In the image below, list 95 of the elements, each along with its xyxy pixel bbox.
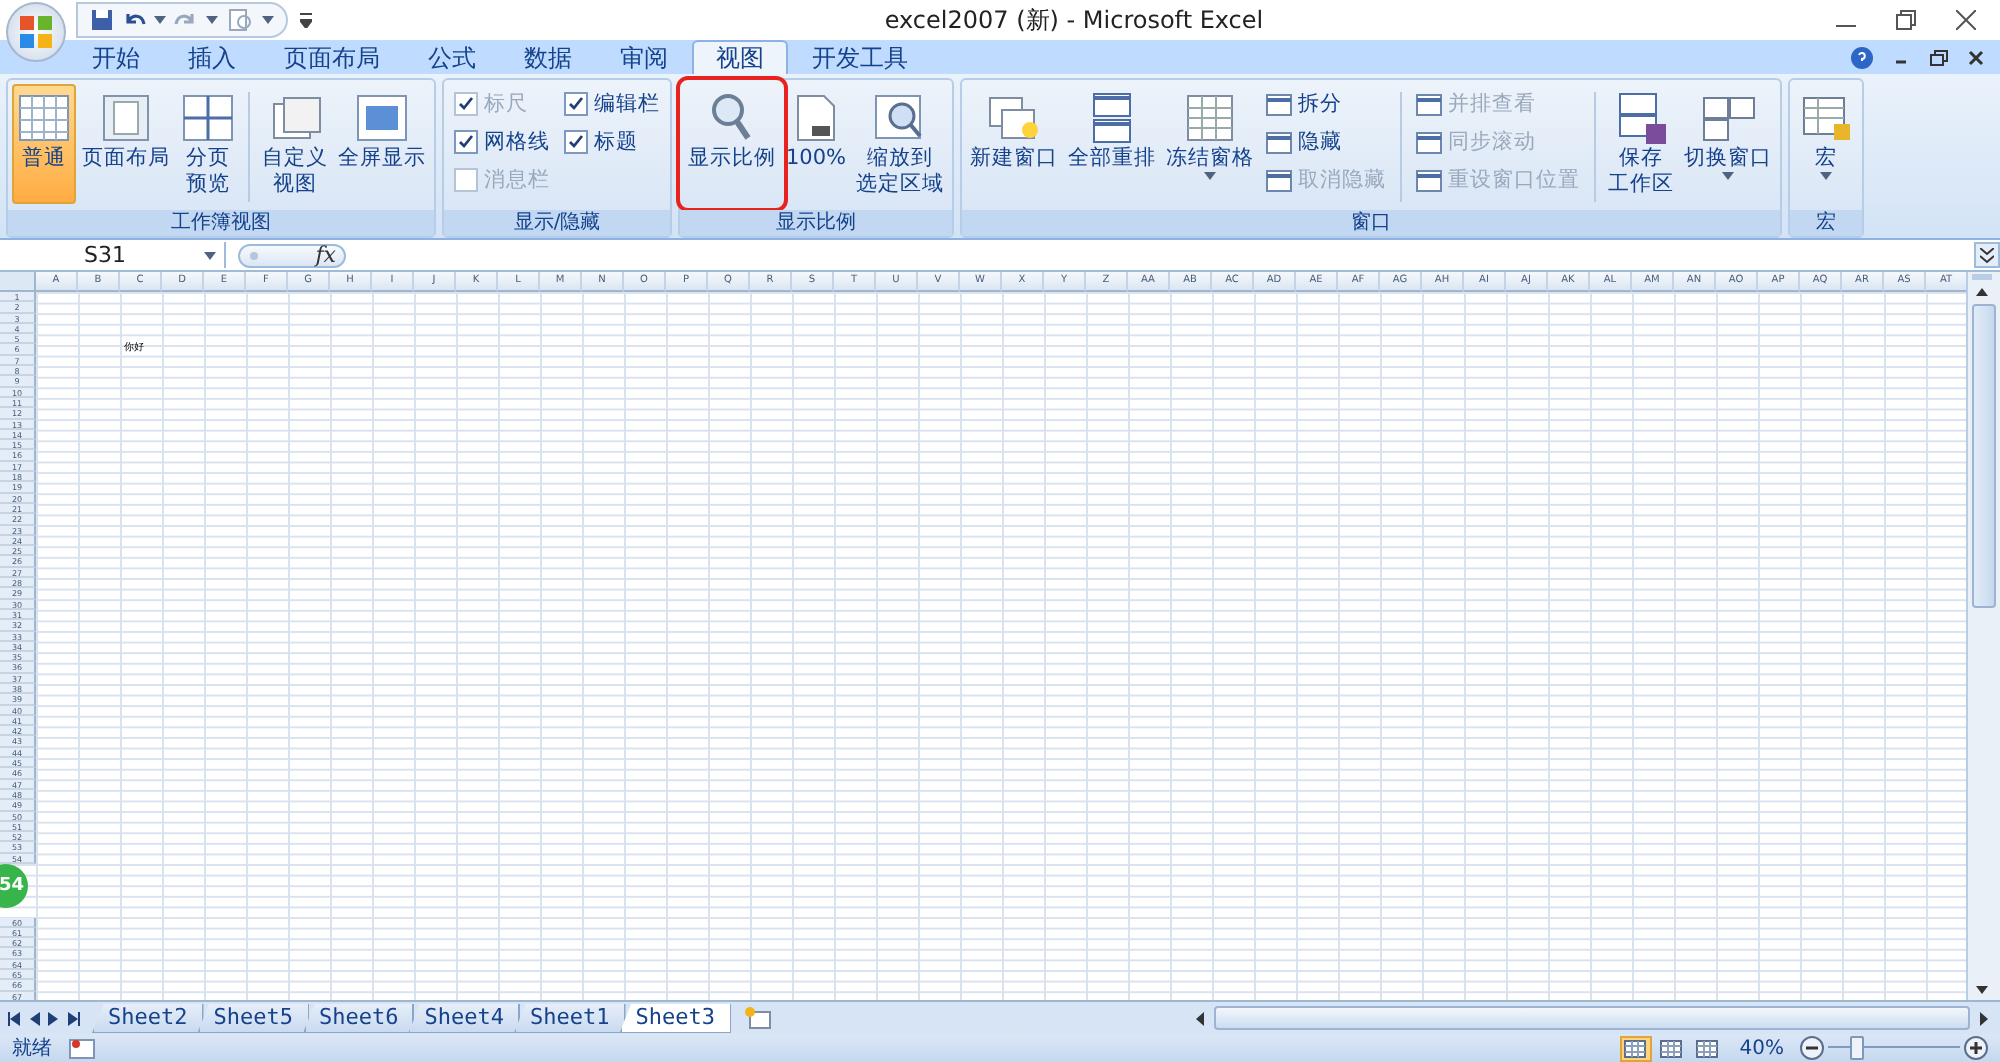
zoom-percentage: 40% [1739, 1037, 1784, 1059]
checkbox[interactable]: 编辑栏 [564, 88, 660, 120]
caret-icon [154, 16, 166, 24]
pane-icon [1266, 169, 1293, 191]
ribbon-button[interactable]: 全屏显示 [334, 84, 430, 204]
ribbon-button[interactable]: 显示比例 [684, 84, 780, 204]
ribbon-button[interactable]: 100% [782, 84, 851, 204]
expand-button[interactable] [1974, 242, 2000, 268]
sheet-tab[interactable]: Sheet6 [303, 1003, 415, 1033]
close-icon[interactable] [1956, 10, 1976, 30]
fullscreen-icon [354, 90, 410, 146]
sheet-tab[interactable]: Sheet2 [92, 1003, 204, 1033]
save-workspace-icon [1613, 90, 1670, 146]
save-icon[interactable] [90, 8, 114, 32]
checkmark-icon [458, 134, 474, 150]
ribbon-button[interactable]: 缩放到 选定区域 [852, 84, 949, 204]
grip-icon [248, 247, 260, 263]
ribbon-tab[interactable]: 开始 [68, 40, 164, 74]
ribbon-tab[interactable]: 公式 [404, 40, 500, 74]
ribbon-button[interactable]: 保存 工作区 [1604, 84, 1679, 204]
pane-icon [1266, 131, 1293, 153]
group-label: 宏 [1790, 210, 1863, 236]
pane-icon [1416, 169, 1443, 191]
page-icon [98, 90, 154, 146]
ribbon-button[interactable]: 新建窗口 [966, 84, 1063, 204]
restore-icon[interactable] [1896, 10, 1916, 30]
scroll-thumb[interactable] [1972, 304, 1996, 608]
page-view-icon [1696, 1039, 1719, 1057]
view-button[interactable] [1655, 1035, 1688, 1061]
scroll-right-icon[interactable] [1976, 1009, 1992, 1027]
office-logo-icon [18, 14, 54, 50]
page-break-icon [180, 90, 236, 146]
close-icon[interactable] [1968, 49, 1984, 65]
ribbon-button[interactable]: 页面布局 [78, 84, 174, 204]
ribbon-tab[interactable]: 插入 [164, 40, 260, 74]
ribbon-button[interactable]: 冻结窗格 [1162, 84, 1259, 204]
insert-function-label[interactable]: fx [315, 242, 336, 268]
next-sheet-icon[interactable] [48, 1011, 60, 1025]
sheet-tab[interactable]: Sheet3 [619, 1003, 731, 1033]
last-sheet-icon[interactable] [68, 1011, 80, 1025]
zoom-out-icon[interactable] [1800, 1036, 1824, 1060]
ribbon-button[interactable]: 宏 [1794, 84, 1859, 204]
view-button[interactable] [1691, 1035, 1724, 1061]
pane-icon [1266, 93, 1293, 115]
ribbon-button[interactable]: 隐藏 [1266, 126, 1387, 158]
caret-icon [262, 16, 274, 24]
page-view-icon [1624, 1039, 1647, 1057]
ribbon-tab[interactable]: 开发工具 [788, 40, 932, 74]
previous-sheet-icon[interactable] [28, 1011, 40, 1025]
record-macro-icon[interactable] [68, 1037, 96, 1059]
ribbon-button[interactable]: 分页 预览 [176, 84, 240, 204]
ribbon-button[interactable]: 拆分 [1266, 88, 1387, 120]
checkmark-icon [458, 96, 474, 112]
ribbon-tab[interactable]: 审阅 [596, 40, 692, 74]
insert-sheet-icon[interactable] [741, 1006, 773, 1030]
zoom-slider[interactable] [1828, 1036, 1960, 1060]
sheet-tab[interactable]: Sheet5 [197, 1003, 309, 1033]
group-label: 工作簿视图 [8, 210, 434, 236]
ribbon-button[interactable]: 全部重排 [1064, 84, 1161, 204]
pane-icon [1416, 93, 1443, 115]
group-label: 显示比例 [680, 210, 953, 236]
help-icon[interactable] [1850, 45, 1874, 69]
page-view-icon [1660, 1039, 1683, 1057]
group-label: 窗口 [962, 210, 1781, 236]
customize-icon[interactable] [300, 12, 312, 28]
group-label: 显示/隐藏 [444, 210, 670, 236]
slider-thumb[interactable] [1850, 1036, 1865, 1060]
scroll-left-icon[interactable] [1192, 1009, 1208, 1027]
checkmark-icon [568, 96, 584, 112]
window-title: excel2007 (新) - Microsoft Excel [882, 3, 1266, 37]
checkbox[interactable]: 网格线 [454, 126, 550, 158]
view-button[interactable] [1619, 1035, 1652, 1061]
checkmark-icon [568, 134, 584, 150]
name-box[interactable]: S31 [0, 242, 226, 268]
ribbon-button[interactable]: 自定义 视图 [258, 84, 332, 204]
ribbon-tab[interactable]: 页面布局 [260, 40, 404, 74]
ribbon-tab[interactable]: 数据 [500, 40, 596, 74]
caret-icon [204, 251, 216, 259]
first-sheet-icon[interactable] [8, 1011, 20, 1025]
ribbon-button[interactable]: 切换窗口 [1680, 84, 1777, 204]
status-text: 就绪 [12, 1035, 52, 1062]
zoom-in-icon[interactable] [1964, 1036, 1988, 1060]
chevron-icon [1980, 247, 1994, 263]
caret-icon [206, 16, 218, 24]
restore-icon[interactable] [1930, 49, 1948, 65]
ribbon-button[interactable]: 普通 [12, 84, 76, 204]
ribbon-tab[interactable]: 视图 [692, 40, 788, 74]
sheet-tab[interactable]: Sheet4 [408, 1003, 520, 1033]
checkbox[interactable]: 标题 [564, 126, 660, 158]
grid-icon [16, 90, 72, 146]
scroll-thumb[interactable] [1214, 1006, 1970, 1030]
sheet-tab[interactable]: Sheet1 [514, 1003, 626, 1033]
pane-icon [1416, 131, 1443, 153]
split-handle-icon[interactable] [1968, 272, 1996, 282]
grid-icon [1182, 90, 1239, 146]
